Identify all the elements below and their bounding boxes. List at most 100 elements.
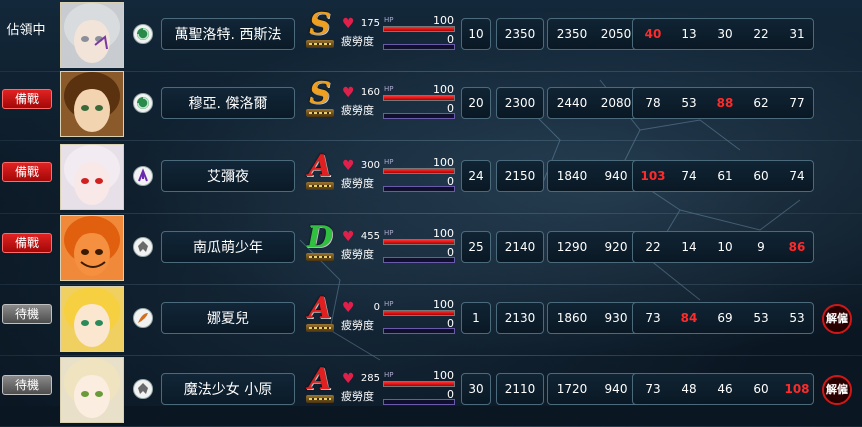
stat-value: 61 bbox=[717, 169, 733, 183]
status-ready-button[interactable]: 備戰 bbox=[2, 233, 52, 253]
white-haired-girl-portrait[interactable] bbox=[60, 144, 124, 210]
level-cell: 10 bbox=[461, 18, 491, 50]
stats-cell: 103 74 61 60 74 bbox=[632, 160, 814, 192]
power-value: 2110 bbox=[504, 382, 536, 396]
stat-value: 69 bbox=[717, 311, 733, 325]
stat-value: 22 bbox=[753, 27, 769, 41]
rank-base bbox=[306, 395, 334, 403]
hp-bar-fill bbox=[384, 311, 454, 315]
blonde-girl-portrait[interactable] bbox=[60, 286, 124, 352]
rank-badge: A bbox=[300, 152, 340, 198]
hp-bar bbox=[383, 310, 455, 316]
stat-value: 74 bbox=[789, 169, 805, 183]
stat-value: 13 bbox=[681, 27, 697, 41]
hp-value: 300 bbox=[360, 160, 380, 171]
rank-letter: S bbox=[309, 76, 331, 111]
rank-badge: S bbox=[300, 10, 340, 56]
stat-value: 60 bbox=[753, 169, 769, 183]
stat-value: 40 bbox=[644, 27, 662, 41]
fatigue-label: 疲勞度 bbox=[341, 104, 374, 117]
fatigue-bar bbox=[383, 257, 455, 263]
fatigue-bar bbox=[383, 113, 455, 119]
attribute-pair-cell: 1840 940 bbox=[547, 160, 640, 192]
attribute-a-value: 1840 bbox=[556, 169, 588, 183]
stat-value: 30 bbox=[717, 27, 733, 41]
hp-value: 0 bbox=[373, 302, 380, 313]
swirl-icon bbox=[133, 93, 153, 113]
rank-letter: A bbox=[308, 291, 332, 326]
stat-value: 84 bbox=[680, 311, 698, 325]
power-cell: 2110 bbox=[496, 373, 544, 405]
fatigue-bar bbox=[383, 44, 455, 50]
level-value: 30 bbox=[468, 382, 484, 396]
rank-letter: A bbox=[308, 362, 332, 397]
fatigue-bar bbox=[383, 399, 455, 405]
rank-base bbox=[306, 182, 334, 190]
dismiss-button[interactable]: 解僱 bbox=[822, 304, 852, 334]
hp-bar-fill bbox=[384, 169, 454, 173]
member-name[interactable]: 穆亞. 傑洛爾 bbox=[161, 87, 295, 119]
magical-girl-portrait[interactable] bbox=[60, 357, 124, 423]
swirl-icon bbox=[133, 24, 153, 44]
attribute-a-value: 1290 bbox=[556, 240, 588, 254]
attribute-pair-cell: 1720 940 bbox=[547, 373, 640, 405]
power-cell: 2150 bbox=[496, 160, 544, 192]
hp-bar-fill bbox=[384, 96, 454, 100]
member-name[interactable]: 娜夏兒 bbox=[161, 302, 295, 334]
wing-icon bbox=[133, 237, 153, 257]
power-cell: 2140 bbox=[496, 231, 544, 263]
member-row[interactable]: 待機 娜夏兒 A ♥ 0 HP 100 疲勞度 0 1 2130 1860 93… bbox=[0, 284, 862, 356]
member-name[interactable]: 南瓜萌少年 bbox=[161, 231, 295, 263]
status-wait-button[interactable]: 待機 bbox=[2, 304, 52, 324]
hp-label: HP bbox=[384, 371, 394, 379]
status-ready-button[interactable]: 備戰 bbox=[2, 89, 52, 109]
level-value: 1 bbox=[472, 311, 480, 325]
status-ready-button[interactable]: 備戰 bbox=[2, 162, 52, 182]
wing-icon bbox=[133, 379, 153, 399]
member-name[interactable]: 艾彌夜 bbox=[161, 160, 295, 192]
attribute-pair-cell: 2440 2080 bbox=[547, 87, 640, 119]
hp-label: HP bbox=[384, 85, 394, 93]
status-occupy-button[interactable]: 佔領中 bbox=[2, 22, 50, 40]
member-row[interactable]: 佔領中 萬聖洛特. 西斯法 S ♥ 175 HP 100 疲勞度 0 10 23… bbox=[0, 0, 862, 72]
silver-haired-man-portrait[interactable] bbox=[60, 2, 124, 68]
attribute-a-value: 2440 bbox=[556, 96, 588, 110]
stat-value: 77 bbox=[789, 96, 805, 110]
member-name[interactable]: 萬聖洛特. 西斯法 bbox=[161, 18, 295, 50]
rank-base bbox=[306, 253, 334, 261]
fatigue-label: 疲勞度 bbox=[341, 177, 374, 190]
level-value: 24 bbox=[468, 169, 484, 183]
member-row[interactable]: 備戰 南瓜萌少年 D ♥ 455 HP 100 疲勞度 0 25 2140 12… bbox=[0, 213, 862, 285]
member-name[interactable]: 魔法少女 小原 bbox=[161, 373, 295, 405]
member-row[interactable]: 待機 魔法少女 小原 A ♥ 285 HP 100 疲勞度 0 30 2110 … bbox=[0, 355, 862, 427]
dismiss-button[interactable]: 解僱 bbox=[822, 375, 852, 405]
hp-label: HP bbox=[384, 158, 394, 166]
brown-haired-man-portrait[interactable] bbox=[60, 71, 124, 137]
status-wait-button[interactable]: 待機 bbox=[2, 375, 52, 395]
level-cell: 30 bbox=[461, 373, 491, 405]
attribute-pair-cell: 1290 920 bbox=[547, 231, 640, 263]
fatigue-label: 疲勞度 bbox=[341, 35, 374, 48]
rank-badge: D bbox=[300, 223, 340, 269]
stat-value: 46 bbox=[717, 382, 733, 396]
pumpkin-boy-portrait[interactable] bbox=[60, 215, 124, 281]
rank-badge: A bbox=[300, 294, 340, 340]
member-row[interactable]: 備戰 艾彌夜 A ♥ 300 HP 100 疲勞度 0 24 2150 1840… bbox=[0, 142, 862, 214]
fatigue-label: 疲勞度 bbox=[341, 248, 374, 261]
rank-base bbox=[306, 324, 334, 332]
level-value: 20 bbox=[468, 96, 484, 110]
stat-value: 22 bbox=[645, 240, 661, 254]
hp-bar bbox=[383, 239, 455, 245]
level-cell: 24 bbox=[461, 160, 491, 192]
stat-value: 108 bbox=[784, 382, 810, 396]
hp-bar-fill bbox=[384, 27, 454, 31]
stat-value: 86 bbox=[788, 240, 806, 254]
power-value: 2350 bbox=[504, 27, 536, 41]
hp-value: 285 bbox=[360, 373, 380, 384]
attribute-a-value: 1720 bbox=[556, 382, 588, 396]
hp-bar-fill bbox=[384, 382, 454, 386]
attribute-a-value: 2350 bbox=[556, 27, 588, 41]
stat-value: 60 bbox=[753, 382, 769, 396]
member-row[interactable]: 備戰 穆亞. 傑洛爾 S ♥ 160 HP 100 疲勞度 0 20 2300 … bbox=[0, 69, 862, 141]
level-value: 10 bbox=[468, 27, 484, 41]
